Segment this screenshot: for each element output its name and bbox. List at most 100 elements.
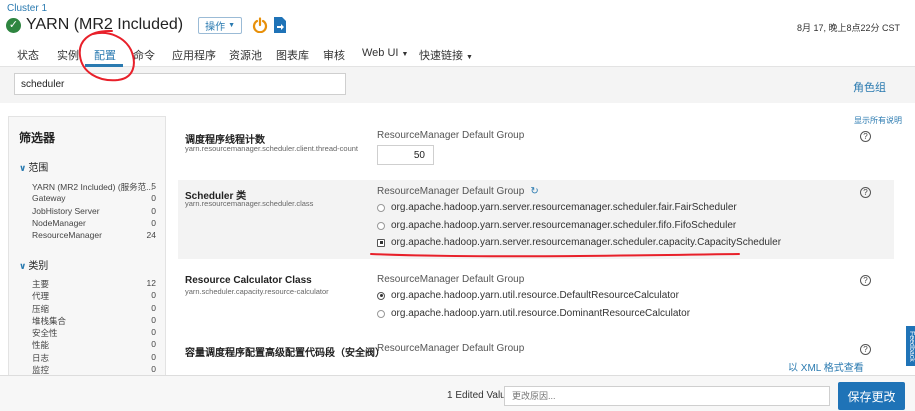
scope-filter-item[interactable]: NodeManager 0 — [32, 218, 156, 228]
category-filter-item[interactable]: 代理 0 — [32, 290, 156, 302]
filter-item-name: 安全性 — [32, 328, 58, 338]
thread-count-input[interactable] — [377, 145, 434, 165]
caret-down-icon: ▼ — [401, 51, 409, 58]
tab-instances[interactable]: 实例 — [57, 47, 79, 63]
filter-panel-title: 筛选器 — [19, 131, 56, 145]
category-facet-header[interactable]: ∨ 类别 — [19, 257, 48, 272]
filter-item-name: Gateway — [32, 193, 66, 203]
tab-commands[interactable]: 命令 — [133, 47, 155, 63]
radio-button[interactable] — [377, 309, 385, 318]
filter-item-count: 0 — [151, 290, 156, 300]
config-row-scheduler-class: Scheduler 类 yarn.resourcemanager.schedul… — [178, 180, 894, 259]
config-search-input[interactable] — [14, 73, 346, 95]
option-label: org.apache.hadoop.yarn.util.resource.Def… — [391, 290, 679, 301]
help-question-icon[interactable]: ? — [860, 131, 871, 142]
config-group-label: ResourceManager Default Group — [377, 274, 525, 285]
filter-item-name: 代理 — [32, 291, 50, 301]
config-key: yarn.resourcemanager.scheduler.class — [185, 199, 314, 208]
scope-filter-item[interactable]: JobHistory Server 0 — [32, 206, 156, 216]
filter-item-name: ResourceManager — [32, 230, 102, 240]
category-facet-label: 类别 — [28, 261, 49, 272]
option-label: org.apache.hadoop.yarn.util.resource.Dom… — [391, 308, 691, 319]
tab-applications[interactable]: 应用程序 — [172, 47, 216, 63]
config-group-label: ResourceManager Default Group ↻ — [377, 186, 539, 197]
scheduler-option-fifo[interactable]: org.apache.hadoop.yarn.server.resourcema… — [377, 220, 736, 231]
config-row-resource-calculator: Resource Calculator Class yarn.scheduler… — [178, 268, 894, 328]
category-filter-item[interactable]: 压缩 0 — [32, 303, 156, 315]
actions-dropdown-button[interactable]: 操作 ▼ — [198, 16, 243, 34]
role-groups-link[interactable]: 角色组 — [853, 79, 886, 95]
download-client-config-icon[interactable] — [272, 16, 288, 34]
filter-item-name: 性能 — [32, 340, 50, 350]
filter-item-count: 0 — [151, 364, 156, 374]
edited-values-count: 1 Edited Value — [447, 390, 512, 401]
scheduler-option-fair[interactable]: org.apache.hadoop.yarn.server.resourcema… — [377, 202, 737, 213]
config-row-safety-valve: 容量调度程序配置高级配置代码段（安全阀） ResourceManager Def… — [178, 337, 894, 375]
service-title: YARN (MR2 Included) — [26, 16, 184, 33]
category-filter-item[interactable]: 性能 0 — [32, 339, 156, 351]
scheduler-option-capacity[interactable]: org.apache.hadoop.yarn.server.resourcema… — [377, 237, 781, 248]
help-question-icon[interactable]: ? — [860, 275, 871, 286]
radio-button-selected[interactable] — [377, 238, 385, 247]
tab-charts-library[interactable]: 图表库 — [276, 47, 309, 63]
calculator-option-dominant[interactable]: org.apache.hadoop.yarn.util.resource.Dom… — [377, 308, 690, 319]
config-group-label: ResourceManager Default Group — [377, 343, 525, 354]
scope-filter-item[interactable]: ResourceManager 24 — [32, 230, 156, 240]
option-label: org.apache.hadoop.yarn.server.resourcema… — [391, 237, 782, 248]
option-label: org.apache.hadoop.yarn.server.resourcema… — [391, 220, 737, 231]
chevron-down-icon: ∨ — [19, 261, 27, 271]
radio-button[interactable] — [377, 203, 385, 212]
filter-item-count: 12 — [146, 278, 156, 288]
tab-web-ui-label: Web UI — [362, 47, 399, 59]
tab-status[interactable]: 状态 — [17, 47, 39, 63]
tab-configuration[interactable]: 配置 — [94, 47, 116, 63]
radio-button-selected[interactable] — [377, 291, 385, 300]
filter-item-count: 0 — [151, 193, 156, 203]
scope-facet-header[interactable]: ∨ 范围 — [19, 159, 48, 174]
help-question-icon[interactable]: ? — [860, 187, 871, 198]
filter-item-name: 日志 — [32, 353, 50, 363]
service-tabs: 状态 实例 配置 命令 应用程序 资源池 图表库 审核 Web UI ▼ 快速链接… — [0, 40, 915, 67]
reset-to-default-icon[interactable]: ↻ — [530, 186, 538, 197]
scope-facet-label: 范围 — [28, 163, 49, 174]
current-datetime: 8月 17, 晚上8点22分 CST — [796, 23, 900, 33]
filter-item-count: 0 — [151, 315, 156, 325]
config-name: 容量调度程序配置高级配置代码段（安全阀） — [185, 348, 385, 359]
category-filter-item[interactable]: 安全性 0 — [32, 327, 156, 339]
status-good-check-icon: ✓ — [6, 17, 21, 33]
filter-item-count: 0 — [151, 352, 156, 362]
config-key: yarn.scheduler.capacity.resource-calcula… — [185, 287, 329, 296]
view-as-xml-link[interactable]: 以 XML 格式查看 — [788, 359, 864, 374]
filter-item-name: YARN (MR2 Included) (服务范... — [32, 182, 154, 192]
config-key: yarn.resourcemanager.scheduler.client.th… — [185, 144, 359, 153]
filter-item-name: 主要 — [32, 279, 50, 289]
save-changes-button[interactable]: 保存更改 — [838, 382, 905, 410]
category-filter-item[interactable]: 堆栈集合 0 — [32, 315, 156, 327]
category-filter-item[interactable]: 主要 12 — [32, 278, 156, 290]
scope-filter-item[interactable]: YARN (MR2 Included) (服务范... 5 — [32, 181, 156, 193]
cluster-breadcrumb[interactable]: Cluster 1 — [7, 3, 47, 14]
caret-down-icon: ▼ — [228, 21, 236, 29]
tab-resource-pools[interactable]: 资源池 — [229, 47, 262, 63]
filter-item-count: 5 — [151, 181, 156, 191]
title-row: ✓ YARN (MR2 Included) 操作 ▼ — [6, 14, 288, 36]
filter-item-name: 监控 — [32, 365, 50, 375]
tab-web-ui[interactable]: Web UI ▼ — [362, 47, 408, 59]
scope-filter-item[interactable]: Gateway 0 — [32, 193, 156, 203]
change-reason-input[interactable] — [504, 386, 830, 406]
filter-panel: 筛选器 ∨ 范围 YARN (MR2 Included) (服务范... 5 Gat… — [8, 116, 166, 378]
category-filter-item[interactable]: 日志 0 — [32, 352, 156, 364]
tab-quick-links-label: 快速链接 — [419, 50, 463, 62]
config-name: Resource Calculator Class — [185, 275, 312, 286]
search-toolbar: 角色组 — [0, 67, 915, 103]
config-group-text: ResourceManager Default Group — [377, 186, 525, 197]
calculator-option-default[interactable]: org.apache.hadoop.yarn.util.resource.Def… — [377, 290, 679, 301]
help-question-icon[interactable]: ? — [860, 344, 871, 355]
power-icon[interactable] — [252, 17, 268, 33]
filter-item-count: 0 — [151, 339, 156, 349]
radio-button[interactable] — [377, 221, 385, 230]
tab-audits[interactable]: 审核 — [323, 47, 345, 63]
tab-quick-links[interactable]: 快速链接 ▼ — [419, 47, 473, 63]
feedback-tab[interactable]: Feedback — [906, 326, 915, 366]
save-footer: 1 Edited Value 保存更改 — [0, 375, 915, 411]
